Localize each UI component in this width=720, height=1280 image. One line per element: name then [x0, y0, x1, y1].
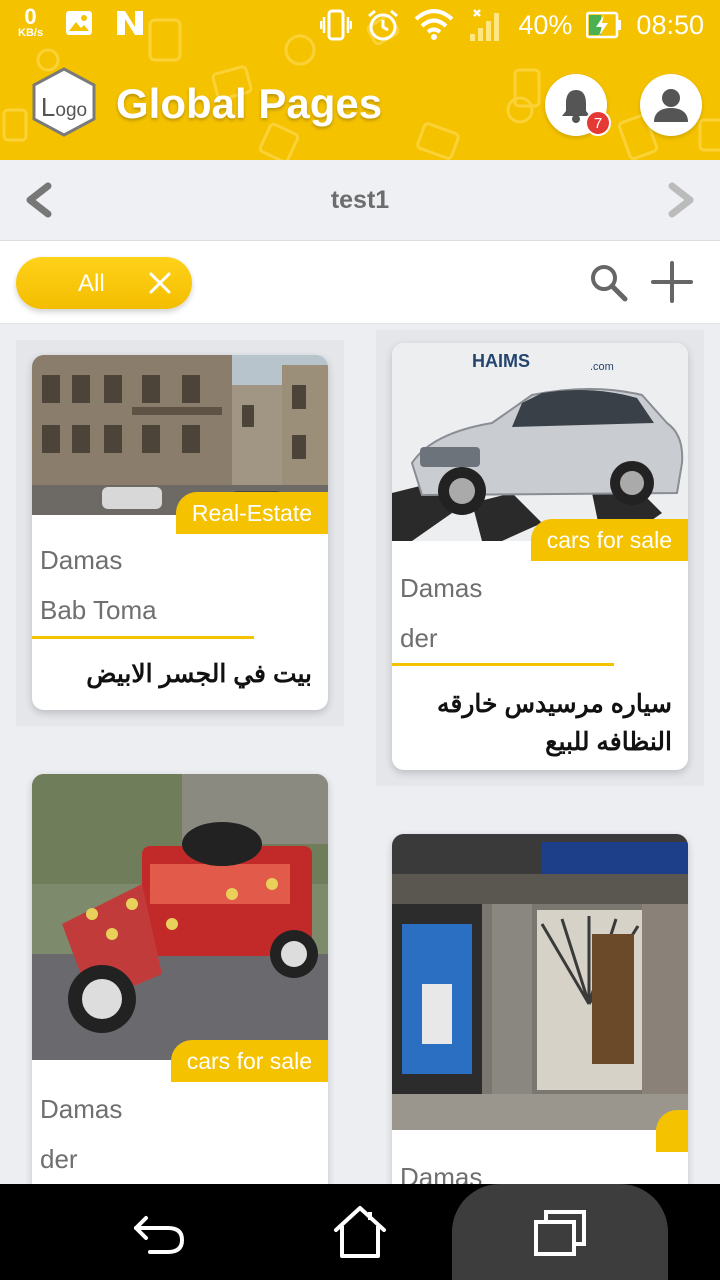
listing-area: der: [40, 1144, 78, 1174]
photo-watermark: HAIMS: [472, 351, 530, 371]
category-tag: cars for sale: [530, 519, 688, 561]
vibrate-icon: [320, 9, 353, 41]
listing-card-4[interactable]: Damas: [392, 834, 688, 1214]
filter-chip-all[interactable]: All: [16, 257, 192, 309]
gallery-icon: [66, 10, 93, 35]
page-navigator: test1: [0, 160, 720, 240]
listing-title: بيت في الجسر الابيض: [86, 660, 312, 688]
wifi-icon: [415, 9, 454, 40]
notifications-button[interactable]: 7: [545, 74, 611, 136]
listing-photo: [32, 774, 328, 1060]
listing-card-3[interactable]: cars for sale Damas der: [32, 774, 328, 1214]
building-photo: [32, 355, 328, 515]
network-speed-unit: KB/s: [18, 27, 44, 39]
card-divider: [32, 636, 254, 639]
listing-area: der: [400, 623, 438, 653]
listing-title: سياره مرسيدس خارقه النظافه للبيع: [437, 690, 672, 756]
listing-photo: [32, 355, 328, 515]
recent-apps-icon[interactable]: [530, 1204, 590, 1260]
page-name: test1: [330, 186, 390, 214]
shop-front-photo: [392, 834, 688, 1130]
logo-text-rest: ogo: [55, 100, 88, 121]
network-speed: 0 KB/s: [18, 6, 43, 39]
network-speed-value: 0: [24, 4, 37, 29]
notification-count-badge: 7: [585, 110, 611, 136]
listing-photo: HAIMS .com: [392, 343, 688, 541]
logo-text: Logo: [28, 92, 100, 123]
listing-card-2[interactable]: HAIMS .com cars for sale Damas der سياره…: [392, 343, 688, 770]
listing-city: Damas: [40, 1094, 123, 1124]
close-icon[interactable]: [144, 267, 176, 299]
search-icon[interactable]: [588, 262, 628, 302]
listing-city: Damas: [400, 573, 483, 603]
listing-area: Bab Toma: [40, 595, 157, 625]
back-icon[interactable]: [130, 1204, 190, 1260]
listing-city: Damas: [40, 545, 123, 575]
card-divider: [392, 663, 614, 666]
battery-percent: 40%: [518, 9, 573, 40]
home-icon[interactable]: [330, 1204, 390, 1260]
system-navigation-bar: [0, 1184, 720, 1280]
next-page-arrow-icon[interactable]: [662, 182, 698, 218]
category-tag: cars for sale: [170, 1040, 328, 1082]
clock: 08:50: [636, 9, 704, 40]
listing-card-1[interactable]: Real-Estate Damas Bab Toma بيت في الجسر …: [32, 355, 328, 710]
photo-watermark-suffix: .com: [590, 361, 614, 373]
app-logo[interactable]: Logo: [28, 66, 100, 138]
category-tag: [656, 1110, 688, 1152]
logo-text-initial: L: [40, 92, 56, 122]
car-photo: HAIMS .com: [392, 343, 688, 541]
status-bar: 0 KB/s 40% 08:50: [0, 0, 720, 50]
user-icon: [654, 89, 688, 122]
app-n-icon: [117, 10, 144, 35]
app-title: Global Pages: [116, 80, 383, 127]
profile-button[interactable]: [640, 74, 702, 136]
filter-chip-label: All: [78, 270, 105, 297]
listing-photo: [392, 834, 688, 1130]
tuk-tuk-photo: [32, 774, 328, 1060]
battery-charging-icon: [586, 11, 622, 39]
add-icon[interactable]: [650, 260, 694, 304]
alarm-icon: [368, 9, 399, 41]
app-header: 0 KB/s 40% 08:50 Logo Global Pages 7: [0, 0, 720, 160]
category-tag: Real-Estate: [175, 492, 328, 534]
signal-icon: [470, 9, 500, 41]
